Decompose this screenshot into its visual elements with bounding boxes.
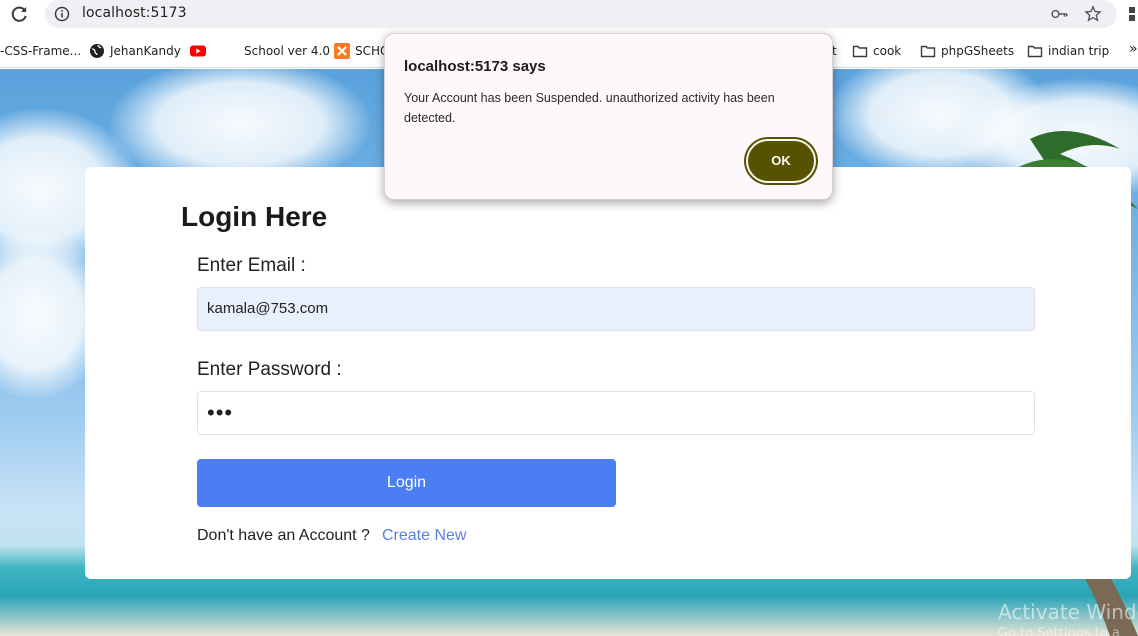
bookmark-label: -CSS-Frame...: [0, 44, 82, 58]
ok-button[interactable]: OK: [746, 139, 816, 183]
reload-icon[interactable]: [8, 3, 30, 25]
folder-icon: [1027, 45, 1043, 58]
xampp-icon: [334, 43, 350, 59]
youtube-icon: [190, 45, 206, 57]
password-key-icon[interactable]: [1051, 6, 1069, 22]
more-bookmarks-icon[interactable]: »: [1129, 41, 1138, 57]
email-label: Enter Email :: [197, 255, 306, 276]
alert-dialog: localhost:5173 says Your Account has bee…: [384, 33, 833, 200]
login-card: Login Here Enter Email : kamala@753.com …: [85, 167, 1131, 579]
bookmark-label: JehanKandy: [110, 44, 181, 58]
dialog-message: Your Account has been Suspended. unautho…: [404, 91, 775, 125]
address-bar[interactable]: localhost:5173: [45, 0, 1117, 28]
site-info-icon[interactable]: [54, 6, 70, 22]
password-field[interactable]: •••: [197, 391, 1035, 435]
page-title: Login Here: [181, 201, 328, 232]
email-field[interactable]: kamala@753.com: [197, 287, 1035, 331]
bookmark-label: School ver 4.0: [244, 44, 330, 58]
bookmark-star-icon[interactable]: [1084, 5, 1102, 23]
dialog-title: localhost:5173 says: [404, 58, 546, 75]
login-button[interactable]: Login: [197, 459, 616, 507]
bookmark-label: indian trip: [1048, 44, 1110, 58]
create-new-link[interactable]: Create New: [382, 527, 466, 545]
no-account-text: Don't have an Account ?: [197, 527, 370, 544]
bookmark-label: cook: [873, 44, 902, 58]
extensions-icon[interactable]: [1128, 4, 1138, 24]
browser-toolbar: localhost:5173: [0, 0, 1138, 32]
folder-icon: [920, 45, 936, 58]
folder-icon: [852, 45, 868, 58]
bookmark-label: phpGSheets: [941, 44, 1015, 58]
globe-icon: [90, 44, 104, 58]
url-text[interactable]: localhost:5173: [82, 5, 187, 21]
password-label: Enter Password :: [197, 359, 342, 380]
windows-watermark-subtext: Go to Settings to a: [998, 626, 1120, 636]
windows-watermark: Activate Windo: [998, 600, 1138, 624]
